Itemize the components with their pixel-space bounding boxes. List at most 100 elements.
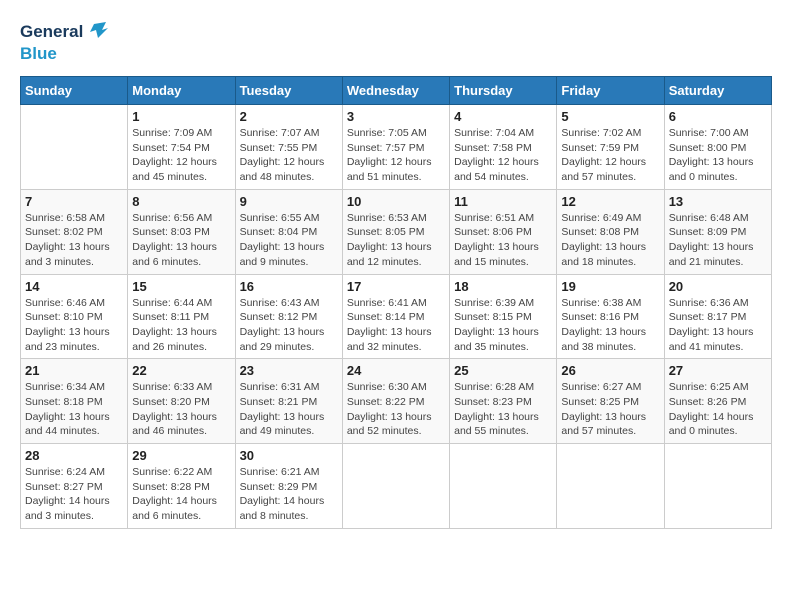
weekday-col-monday: Monday [128, 77, 235, 105]
day-info: Sunrise: 7:04 AMSunset: 7:58 PMDaylight:… [454, 126, 552, 185]
day-info: Sunrise: 6:55 AMSunset: 8:04 PMDaylight:… [240, 211, 338, 270]
day-info: Sunrise: 6:53 AMSunset: 8:05 PMDaylight:… [347, 211, 445, 270]
day-number: 4 [454, 109, 552, 124]
day-info: Sunrise: 6:46 AMSunset: 8:10 PMDaylight:… [25, 296, 123, 355]
calendar-cell: 16Sunrise: 6:43 AMSunset: 8:12 PMDayligh… [235, 274, 342, 359]
day-number: 23 [240, 363, 338, 378]
day-number: 1 [132, 109, 230, 124]
day-number: 8 [132, 194, 230, 209]
logo-box: General Blue [20, 20, 108, 64]
calendar-week-5: 28Sunrise: 6:24 AMSunset: 8:27 PMDayligh… [21, 444, 772, 529]
calendar-cell: 6Sunrise: 7:00 AMSunset: 8:00 PMDaylight… [664, 105, 771, 190]
day-number: 29 [132, 448, 230, 463]
weekday-col-thursday: Thursday [450, 77, 557, 105]
calendar-cell: 4 Sunrise: 7:04 AMSunset: 7:58 PMDaylight… [450, 105, 557, 190]
day-number: 22 [132, 363, 230, 378]
calendar-body: 1 Sunrise: 7:09 AMSunset: 7:54 PMDaylight… [21, 105, 772, 529]
logo-bird-icon [86, 20, 108, 42]
day-number: 10 [347, 194, 445, 209]
day-info: Sunrise: 6:34 AMSunset: 8:18 PMDaylight:… [25, 380, 123, 439]
day-number: 24 [347, 363, 445, 378]
day-info: Sunrise: 6:21 AMSunset: 8:29 PMDaylight:… [240, 465, 338, 524]
calendar-cell: 1 Sunrise: 7:09 AMSunset: 7:54 PMDaylight… [128, 105, 235, 190]
calendar-cell: 10 Sunrise: 6:53 AMSunset: 8:05 PMDayligh… [342, 189, 449, 274]
calendar-week-4: 21 Sunrise: 6:34 AMSunset: 8:18 PMDayligh… [21, 359, 772, 444]
day-number: 5 [561, 109, 659, 124]
calendar-cell: 22 Sunrise: 6:33 AMSunset: 8:20 PMDayligh… [128, 359, 235, 444]
calendar-cell: 8 Sunrise: 6:56 AMSunset: 8:03 PMDaylight… [128, 189, 235, 274]
day-number: 9 [240, 194, 338, 209]
day-info: Sunrise: 6:28 AMSunset: 8:23 PMDaylight:… [454, 380, 552, 439]
calendar-cell: 5 Sunrise: 7:02 AMSunset: 7:59 PMDaylight… [557, 105, 664, 190]
calendar-cell: 24 Sunrise: 6:30 AMSunset: 8:22 PMDayligh… [342, 359, 449, 444]
weekday-col-friday: Friday [557, 77, 664, 105]
day-number: 19 [561, 279, 659, 294]
day-info: Sunrise: 7:02 AMSunset: 7:59 PMDaylight:… [561, 126, 659, 185]
day-number: 27 [669, 363, 767, 378]
calendar-cell: 15Sunrise: 6:44 AMSunset: 8:11 PMDayligh… [128, 274, 235, 359]
calendar-cell [557, 444, 664, 529]
day-number: 13 [669, 194, 767, 209]
day-number: 2 [240, 109, 338, 124]
weekday-header-row: SundayMondayTuesdayWednesdayThursdayFrid… [21, 77, 772, 105]
calendar-cell [450, 444, 557, 529]
day-info: Sunrise: 6:33 AMSunset: 8:20 PMDaylight:… [132, 380, 230, 439]
calendar-cell: 17 Sunrise: 6:41 AMSunset: 8:14 PMDayligh… [342, 274, 449, 359]
calendar-cell: 12Sunrise: 6:49 AMSunset: 8:08 PMDayligh… [557, 189, 664, 274]
calendar-cell: 27Sunrise: 6:25 AMSunset: 8:26 PMDayligh… [664, 359, 771, 444]
logo-text: General Blue [20, 20, 108, 64]
day-number: 14 [25, 279, 123, 294]
day-info: Sunrise: 6:38 AMSunset: 8:16 PMDaylight:… [561, 296, 659, 355]
logo-blue: Blue [20, 44, 57, 63]
calendar-week-3: 14 Sunrise: 6:46 AMSunset: 8:10 PMDayligh… [21, 274, 772, 359]
day-info: Sunrise: 6:58 AMSunset: 8:02 PMDaylight:… [25, 211, 123, 270]
calendar-cell: 21 Sunrise: 6:34 AMSunset: 8:18 PMDayligh… [21, 359, 128, 444]
calendar-cell [21, 105, 128, 190]
day-info: Sunrise: 6:41 AMSunset: 8:14 PMDaylight:… [347, 296, 445, 355]
day-info: Sunrise: 6:51 AMSunset: 8:06 PMDaylight:… [454, 211, 552, 270]
day-info: Sunrise: 6:39 AMSunset: 8:15 PMDaylight:… [454, 296, 552, 355]
calendar-cell: 3 Sunrise: 7:05 AMSunset: 7:57 PMDaylight… [342, 105, 449, 190]
day-number: 26 [561, 363, 659, 378]
calendar-week-2: 7 Sunrise: 6:58 AMSunset: 8:02 PMDaylight… [21, 189, 772, 274]
calendar-cell: 20 Sunrise: 6:36 AMSunset: 8:17 PMDayligh… [664, 274, 771, 359]
day-info: Sunrise: 6:22 AMSunset: 8:28 PMDaylight:… [132, 465, 230, 524]
day-number: 11 [454, 194, 552, 209]
day-number: 7 [25, 194, 123, 209]
calendar-cell: 26 Sunrise: 6:27 AMSunset: 8:25 PMDayligh… [557, 359, 664, 444]
day-info: Sunrise: 6:30 AMSunset: 8:22 PMDaylight:… [347, 380, 445, 439]
calendar-week-1: 1 Sunrise: 7:09 AMSunset: 7:54 PMDaylight… [21, 105, 772, 190]
logo-general: General [20, 22, 83, 42]
day-number: 18 [454, 279, 552, 294]
calendar-cell: 13 Sunrise: 6:48 AMSunset: 8:09 PMDayligh… [664, 189, 771, 274]
day-info: Sunrise: 6:31 AMSunset: 8:21 PMDaylight:… [240, 380, 338, 439]
day-number: 21 [25, 363, 123, 378]
day-info: Sunrise: 6:27 AMSunset: 8:25 PMDaylight:… [561, 380, 659, 439]
day-info: Sunrise: 7:05 AMSunset: 7:57 PMDaylight:… [347, 126, 445, 185]
day-number: 3 [347, 109, 445, 124]
day-info: Sunrise: 6:48 AMSunset: 8:09 PMDaylight:… [669, 211, 767, 270]
day-number: 17 [347, 279, 445, 294]
calendar-cell [342, 444, 449, 529]
calendar-cell: 14 Sunrise: 6:46 AMSunset: 8:10 PMDayligh… [21, 274, 128, 359]
calendar-cell: 28Sunrise: 6:24 AMSunset: 8:27 PMDayligh… [21, 444, 128, 529]
calendar-cell: 2Sunrise: 7:07 AMSunset: 7:55 PMDaylight… [235, 105, 342, 190]
day-info: Sunrise: 6:44 AMSunset: 8:11 PMDaylight:… [132, 296, 230, 355]
calendar-cell: 25 Sunrise: 6:28 AMSunset: 8:23 PMDayligh… [450, 359, 557, 444]
weekday-col-sunday: Sunday [21, 77, 128, 105]
day-number: 6 [669, 109, 767, 124]
calendar-table: SundayMondayTuesdayWednesdayThursdayFrid… [20, 76, 772, 529]
weekday-col-tuesday: Tuesday [235, 77, 342, 105]
day-number: 20 [669, 279, 767, 294]
calendar-cell: 18 Sunrise: 6:39 AMSunset: 8:15 PMDayligh… [450, 274, 557, 359]
day-info: Sunrise: 6:36 AMSunset: 8:17 PMDaylight:… [669, 296, 767, 355]
calendar-cell: 30Sunrise: 6:21 AMSunset: 8:29 PMDayligh… [235, 444, 342, 529]
calendar-cell: 19 Sunrise: 6:38 AMSunset: 8:16 PMDayligh… [557, 274, 664, 359]
day-info: Sunrise: 6:24 AMSunset: 8:27 PMDaylight:… [25, 465, 123, 524]
logo: General Blue [20, 20, 108, 64]
day-info: Sunrise: 6:56 AMSunset: 8:03 PMDaylight:… [132, 211, 230, 270]
weekday-col-saturday: Saturday [664, 77, 771, 105]
day-info: Sunrise: 7:09 AMSunset: 7:54 PMDaylight:… [132, 126, 230, 185]
calendar-cell: 11 Sunrise: 6:51 AMSunset: 8:06 PMDayligh… [450, 189, 557, 274]
day-number: 25 [454, 363, 552, 378]
